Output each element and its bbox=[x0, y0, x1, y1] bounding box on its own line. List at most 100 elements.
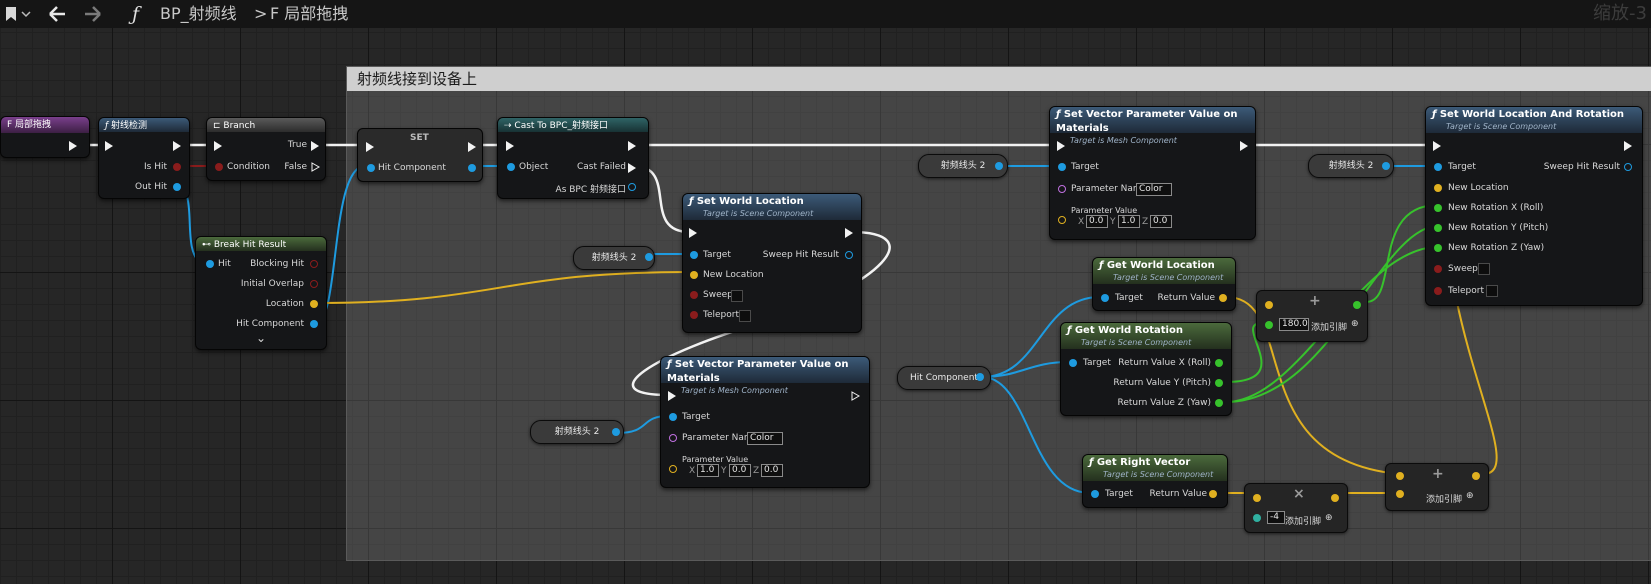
exec-out-pin[interactable] bbox=[468, 142, 476, 152]
hit-component-in-pin[interactable] bbox=[367, 164, 375, 172]
rf-head-2-variable[interactable]: 射频线头 2 bbox=[530, 420, 624, 444]
branch-node[interactable]: ⊏ Branch True Condition False bbox=[206, 117, 326, 181]
set-world-location-node[interactable]: ƒ Set World Location Target is Scene Com… bbox=[682, 193, 862, 333]
variable-out-pin[interactable] bbox=[645, 253, 653, 261]
result-pin[interactable] bbox=[1331, 494, 1339, 502]
exec-out-pin[interactable] bbox=[1624, 141, 1632, 151]
parameter-name-input[interactable]: Color bbox=[1136, 183, 1172, 196]
as-bpc-pin[interactable] bbox=[628, 183, 636, 191]
exec-out-pin[interactable] bbox=[845, 228, 853, 238]
parameter-value-pin[interactable] bbox=[669, 465, 677, 473]
target-pin[interactable] bbox=[669, 413, 677, 421]
object-pin[interactable] bbox=[507, 163, 515, 171]
return-x-pin[interactable] bbox=[1215, 359, 1223, 367]
new-rotation-z-pin[interactable] bbox=[1434, 244, 1442, 252]
exec-in-pin[interactable] bbox=[668, 391, 676, 401]
return-value-pin[interactable] bbox=[1209, 490, 1217, 498]
exec-in-pin[interactable] bbox=[689, 228, 697, 238]
return-z-pin[interactable] bbox=[1215, 399, 1223, 407]
set-vector-param-node-2[interactable]: ƒ Set Vector Parameter Value on Material… bbox=[1049, 106, 1256, 240]
add-pin-icon[interactable]: ⊕ bbox=[1466, 491, 1474, 501]
a-input-pin[interactable] bbox=[1253, 494, 1261, 502]
result-pin[interactable] bbox=[1472, 472, 1480, 480]
b-input-pin[interactable] bbox=[1265, 321, 1273, 329]
exec-in-pin[interactable] bbox=[1057, 141, 1065, 151]
exec-in-pin[interactable] bbox=[506, 141, 514, 151]
new-rotation-x-pin[interactable] bbox=[1434, 204, 1442, 212]
break-hit-result-node[interactable]: ⊷ Break Hit Result Hit Blocking Hit Init… bbox=[195, 236, 327, 350]
get-world-rotation-node[interactable]: ƒ Get World Rotation Target is Scene Com… bbox=[1060, 322, 1232, 416]
teleport-checkbox[interactable] bbox=[1486, 285, 1498, 297]
target-pin[interactable] bbox=[1091, 490, 1099, 498]
variable-out-pin[interactable] bbox=[995, 162, 1003, 170]
a-input-pin[interactable] bbox=[1396, 472, 1404, 480]
initial-overlap-pin[interactable] bbox=[310, 280, 318, 288]
hit-component-out-pin[interactable] bbox=[468, 164, 476, 172]
teleport-checkbox[interactable] bbox=[739, 310, 751, 322]
add-node-1[interactable]: 180.0 + 添加引脚 ⊕ bbox=[1256, 290, 1368, 342]
exec-in-pin[interactable] bbox=[214, 141, 222, 151]
hit-in-pin[interactable] bbox=[206, 260, 214, 268]
true-exec-pin[interactable] bbox=[311, 141, 319, 151]
exec-out-pin[interactable] bbox=[628, 141, 636, 151]
parameter-name-input[interactable]: Color bbox=[747, 432, 783, 445]
return-value-pin[interactable] bbox=[1219, 294, 1227, 302]
target-pin[interactable] bbox=[1434, 163, 1442, 171]
raycast-node[interactable]: ƒ 射线检测 Is Hit Out Hit bbox=[98, 117, 190, 199]
cast-failed-exec-pin[interactable] bbox=[628, 163, 636, 173]
function-entry-node[interactable]: F 局部拖拽 bbox=[0, 116, 90, 158]
target-pin[interactable] bbox=[1101, 294, 1109, 302]
add-pin-label[interactable]: 添加引脚 bbox=[1285, 514, 1321, 527]
cast-node[interactable]: ⇢ Cast To BPC_射频接口 Object Cast Failed As… bbox=[497, 117, 649, 199]
exec-in-pin[interactable] bbox=[366, 142, 374, 152]
target-pin[interactable] bbox=[1069, 359, 1077, 367]
new-location-pin[interactable] bbox=[690, 271, 698, 279]
variable-out-pin[interactable] bbox=[976, 373, 984, 381]
sweep-checkbox[interactable] bbox=[731, 290, 743, 302]
target-pin[interactable] bbox=[1058, 163, 1066, 171]
multiply-node[interactable]: -4 × 添加引脚 ⊕ bbox=[1244, 483, 1348, 533]
teleport-pin[interactable] bbox=[690, 311, 698, 319]
is-hit-pin[interactable] bbox=[173, 163, 181, 171]
get-right-vector-node[interactable]: ƒ Get Right Vector Target is Scene Compo… bbox=[1082, 454, 1228, 508]
parameter-name-pin[interactable] bbox=[1058, 185, 1066, 193]
rf-head-2-variable[interactable]: 射频线头 2 bbox=[573, 246, 655, 270]
expand-arrow-icon[interactable]: ⌄ bbox=[256, 331, 266, 345]
y-input[interactable]: 1.0 bbox=[1118, 215, 1140, 228]
set-vector-param-node-1[interactable]: ƒ Set Vector Parameter Value on Material… bbox=[660, 356, 870, 488]
parameter-value-pin[interactable] bbox=[1058, 216, 1066, 224]
y-input[interactable]: 0.0 bbox=[729, 464, 751, 477]
x-input[interactable]: 0.0 bbox=[1086, 215, 1108, 228]
add-pin-icon[interactable]: ⊕ bbox=[1351, 319, 1359, 329]
exec-in-pin[interactable] bbox=[105, 141, 113, 151]
out-hit-pin[interactable] bbox=[173, 183, 181, 191]
blocking-hit-pin[interactable] bbox=[310, 260, 318, 268]
sweep-hit-pin[interactable] bbox=[845, 251, 853, 259]
b-input-pin[interactable] bbox=[1396, 490, 1404, 498]
a-input-pin[interactable] bbox=[1265, 301, 1273, 309]
b-input-pin[interactable] bbox=[1253, 514, 1261, 522]
exec-out-pin[interactable] bbox=[1240, 141, 1248, 151]
exec-out-pin[interactable] bbox=[173, 141, 181, 151]
x-input[interactable]: 1.0 bbox=[697, 464, 719, 477]
location-pin[interactable] bbox=[310, 300, 318, 308]
new-rotation-y-pin[interactable] bbox=[1434, 224, 1442, 232]
z-input[interactable]: 0.0 bbox=[761, 464, 783, 477]
b-value-input[interactable]: -4 bbox=[1267, 511, 1285, 524]
false-exec-pin[interactable] bbox=[311, 162, 320, 172]
variable-out-pin[interactable] bbox=[1382, 162, 1390, 170]
result-pin[interactable] bbox=[1353, 301, 1361, 309]
return-y-pin[interactable] bbox=[1215, 379, 1223, 387]
add-node-2[interactable]: + 添加引脚 ⊕ bbox=[1385, 463, 1489, 511]
set-world-location-rotation-node[interactable]: ƒ Set World Location And Rotation Target… bbox=[1425, 106, 1643, 306]
sweep-pin[interactable] bbox=[1434, 265, 1442, 273]
teleport-pin[interactable] bbox=[1434, 287, 1442, 295]
exec-out-pin[interactable] bbox=[69, 141, 77, 151]
condition-pin[interactable] bbox=[215, 163, 223, 171]
variable-out-pin[interactable] bbox=[612, 428, 620, 436]
exec-out-pin[interactable] bbox=[851, 391, 860, 401]
new-location-pin[interactable] bbox=[1434, 184, 1442, 192]
sweep-hit-pin[interactable] bbox=[1624, 163, 1632, 171]
sweep-pin[interactable] bbox=[690, 291, 698, 299]
get-world-location-node[interactable]: ƒ Get World Location Target is Scene Com… bbox=[1092, 257, 1236, 311]
